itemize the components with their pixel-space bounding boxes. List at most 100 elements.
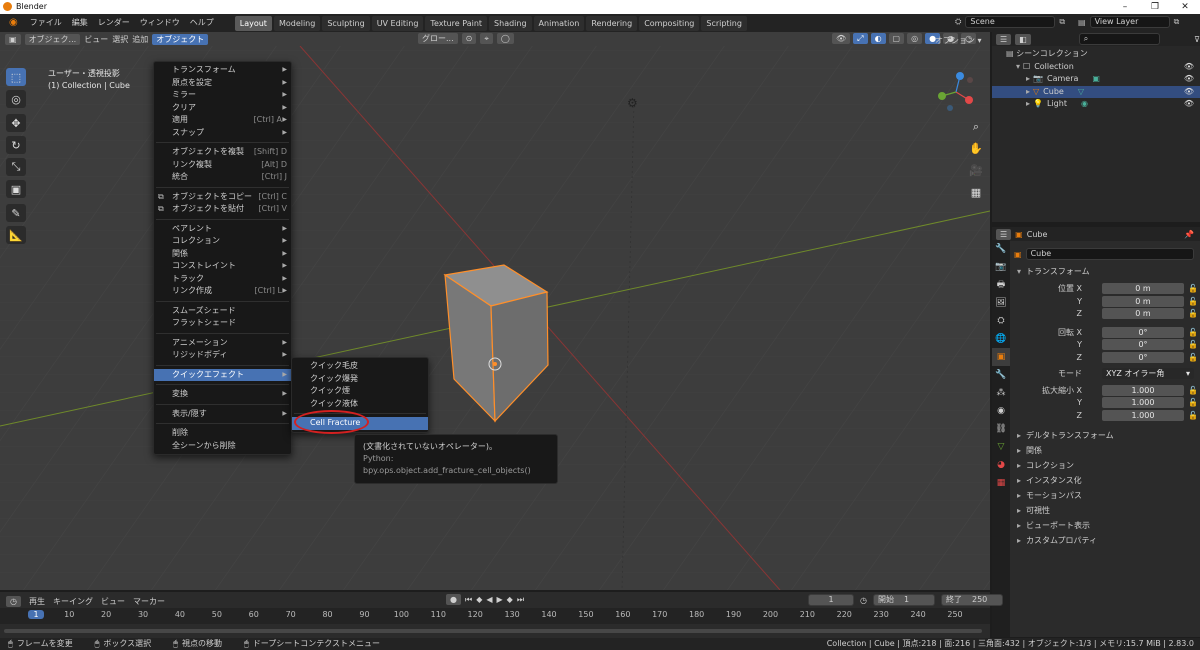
lock-icon[interactable]: 🔓	[1188, 397, 1198, 409]
play-icon[interactable]: ▶	[497, 595, 503, 604]
lock-icon[interactable]: 🔓	[1188, 385, 1198, 397]
rotate-tool-icon[interactable]: ↻	[6, 136, 26, 154]
menu-item-34[interactable]: 全シーンから削除	[154, 440, 291, 453]
workspace-tab-animation[interactable]: Animation	[533, 15, 585, 31]
object-tab-icon[interactable]: ▣	[992, 348, 1010, 366]
menu-item-2[interactable]: ミラー ▶	[154, 89, 291, 102]
menu-item-19[interactable]: リンク作成 [Ctrl] L ▶	[154, 285, 291, 298]
menu-item-17[interactable]: コンストレイント ▶	[154, 260, 291, 273]
menu-item-18[interactable]: トラック ▶	[154, 273, 291, 286]
menu-item-31[interactable]: 表示/隠す ▶	[154, 408, 291, 421]
timeline-menu-2[interactable]: ビュー	[101, 596, 125, 607]
next-key-icon[interactable]: ◆	[507, 595, 513, 604]
property-value-field[interactable]: 1.000	[1102, 384, 1184, 396]
property-value-field[interactable]: 1.000	[1102, 409, 1184, 421]
world-tab-icon[interactable]: 🌐	[992, 330, 1010, 348]
scale-tool-icon[interactable]: ⤡	[6, 158, 26, 176]
constraints-tab-icon[interactable]: ⛓	[992, 420, 1010, 438]
properties-editor-icon[interactable]: ☰	[996, 228, 1012, 240]
timeline-menu-1[interactable]: キーイング	[53, 596, 93, 607]
workspace-tab-sculpting[interactable]: Sculpting	[322, 15, 370, 31]
start-frame-field[interactable]: 開始 1	[872, 594, 935, 606]
maximize-icon[interactable]: ❐	[1140, 0, 1170, 14]
output-tab-icon[interactable]: 🖶	[992, 276, 1010, 294]
timeline-scrollbar[interactable]	[4, 629, 982, 633]
timeline-menu-3[interactable]: マーカー	[133, 596, 165, 607]
property-value-field[interactable]: 0 m	[1102, 283, 1184, 294]
workspace-tab-layout[interactable]: Layout	[234, 15, 272, 31]
object-menu[interactable]: オブジェクト	[152, 33, 209, 45]
minimize-icon[interactable]: –	[1110, 0, 1140, 14]
view-layer-name[interactable]: View Layer	[1089, 16, 1170, 28]
visibility-eye-icon[interactable]: 👁	[1184, 73, 1194, 86]
expand-arrow-icon[interactable]: ▸	[1026, 87, 1030, 96]
light-object-icon[interactable]: ⚙	[627, 96, 638, 110]
properties-panel-1[interactable]: コレクション	[1014, 458, 1194, 473]
scene-tab-icon[interactable]: ⛭	[992, 312, 1010, 330]
data-tab-icon[interactable]: ▽	[992, 438, 1010, 456]
properties-panel-6[interactable]: カスタムプロパティ	[1014, 533, 1194, 548]
display-mode-icon[interactable]: ◧	[1015, 33, 1031, 45]
xray-icon[interactable]: ▢	[888, 33, 905, 44]
workspace-tab-shading[interactable]: Shading	[489, 15, 532, 31]
zoom-icon[interactable]: ⌕	[968, 120, 984, 136]
end-frame-field[interactable]: 終了 250	[940, 594, 1003, 606]
menu-item-8[interactable]: リンク複製 [Alt] D	[154, 159, 291, 172]
options-dropdown[interactable]: オプション ▾	[935, 35, 982, 46]
menu-item-14[interactable]: ペアレント ▶	[154, 223, 291, 236]
property-value-field[interactable]: 0 m	[1102, 308, 1184, 319]
modifier-tab-icon[interactable]: 🔧	[992, 366, 1010, 384]
visibility-eye-icon[interactable]: 👁	[1184, 86, 1194, 99]
menu-item-25[interactable]: リジッドボディ ▶	[154, 349, 291, 362]
view-menu[interactable]: ビュー	[84, 34, 108, 45]
menu-item-16[interactable]: 関係 ▶	[154, 248, 291, 261]
orientation-dropdown[interactable]: グロー...	[418, 33, 458, 44]
lock-icon[interactable]: 🔓	[1188, 296, 1198, 308]
transform-panel-header[interactable]: トランスフォーム	[1014, 264, 1194, 279]
3d-viewport[interactable]: ユーザー・透視投影 (1) Collection | Cube ⚙	[0, 46, 990, 590]
render-tab-icon[interactable]: 📷	[992, 258, 1010, 276]
menu-item-quick-effect[interactable]: クイック毛皮	[292, 360, 428, 373]
jump-start-icon[interactable]: ⏮	[465, 595, 472, 605]
menu-item-7[interactable]: オブジェクトを複製 [Shift] D	[154, 146, 291, 159]
annotate-tool-icon[interactable]: ✎	[6, 204, 26, 222]
cube-object[interactable]	[440, 262, 552, 426]
camera-view-icon[interactable]: 🎥	[968, 164, 984, 180]
play-reverse-icon[interactable]: ◀	[486, 595, 492, 604]
top-menu-3[interactable]: ウィンドウ	[135, 14, 185, 32]
menu-item-quick-effect[interactable]: クイック液体	[292, 398, 428, 411]
top-menu-2[interactable]: レンダー	[93, 14, 135, 32]
current-frame-field[interactable]: 1	[808, 594, 854, 606]
lock-icon[interactable]: 🔓	[1188, 352, 1198, 364]
outliner-row-cube[interactable]: ▸ ▽ Cube ▽ 👁	[992, 85, 1200, 99]
overlay-icon[interactable]: ◐	[870, 33, 886, 44]
timeline-track[interactable]	[0, 626, 990, 636]
outliner-row-light[interactable]: ▸ 💡 Light ◉ 👁	[992, 98, 1200, 111]
outliner-search-input[interactable]: ⌕	[1078, 33, 1161, 45]
new-view-layer-icon[interactable]: ⧉	[1174, 17, 1180, 27]
menu-item-24[interactable]: アニメーション ▶	[154, 337, 291, 350]
outliner-row-collection[interactable]: ▾ ☐ Collection 👁	[992, 61, 1200, 74]
camera-data-icon[interactable]: ▣	[1092, 74, 1100, 83]
expand-arrow-icon[interactable]: ▸	[1026, 99, 1030, 108]
expand-arrow-icon[interactable]: ▸	[1026, 74, 1030, 83]
outliner-editor-icon[interactable]: ☰	[996, 33, 1012, 45]
visibility-icon[interactable]: 👁	[832, 33, 851, 44]
blender-menu-icon[interactable]: ◉	[4, 14, 23, 32]
visibility-eye-icon[interactable]: 👁	[1184, 61, 1194, 74]
rotation-mode-dropdown[interactable]: XYZ オイラー角 ▾	[1102, 368, 1194, 379]
top-menu-0[interactable]: ファイル	[25, 14, 67, 32]
add-menu[interactable]: 追加	[132, 34, 148, 45]
menu-item-quick-effect[interactable]: クイック爆発	[292, 373, 428, 386]
menu-item-12[interactable]: ⧉ オブジェクトを貼付 [Ctrl] V	[154, 203, 291, 216]
menu-item-quick-effect[interactable]: クイック煙	[292, 385, 428, 398]
menu-item-22[interactable]: フラットシェード	[154, 317, 291, 330]
property-value-field[interactable]: 1.000	[1102, 397, 1184, 408]
visibility-eye-icon[interactable]: 👁	[1184, 98, 1194, 111]
lock-icon[interactable]: 🔓	[1188, 283, 1198, 295]
prev-key-icon[interactable]: ◆	[476, 595, 482, 604]
filter-icon[interactable]: ⊽	[1194, 35, 1200, 44]
close-icon[interactable]: ✕	[1170, 0, 1200, 14]
outliner-scene-collection[interactable]: ▤ シーンコレクション	[992, 48, 1200, 61]
menu-item-33[interactable]: 削除	[154, 427, 291, 440]
